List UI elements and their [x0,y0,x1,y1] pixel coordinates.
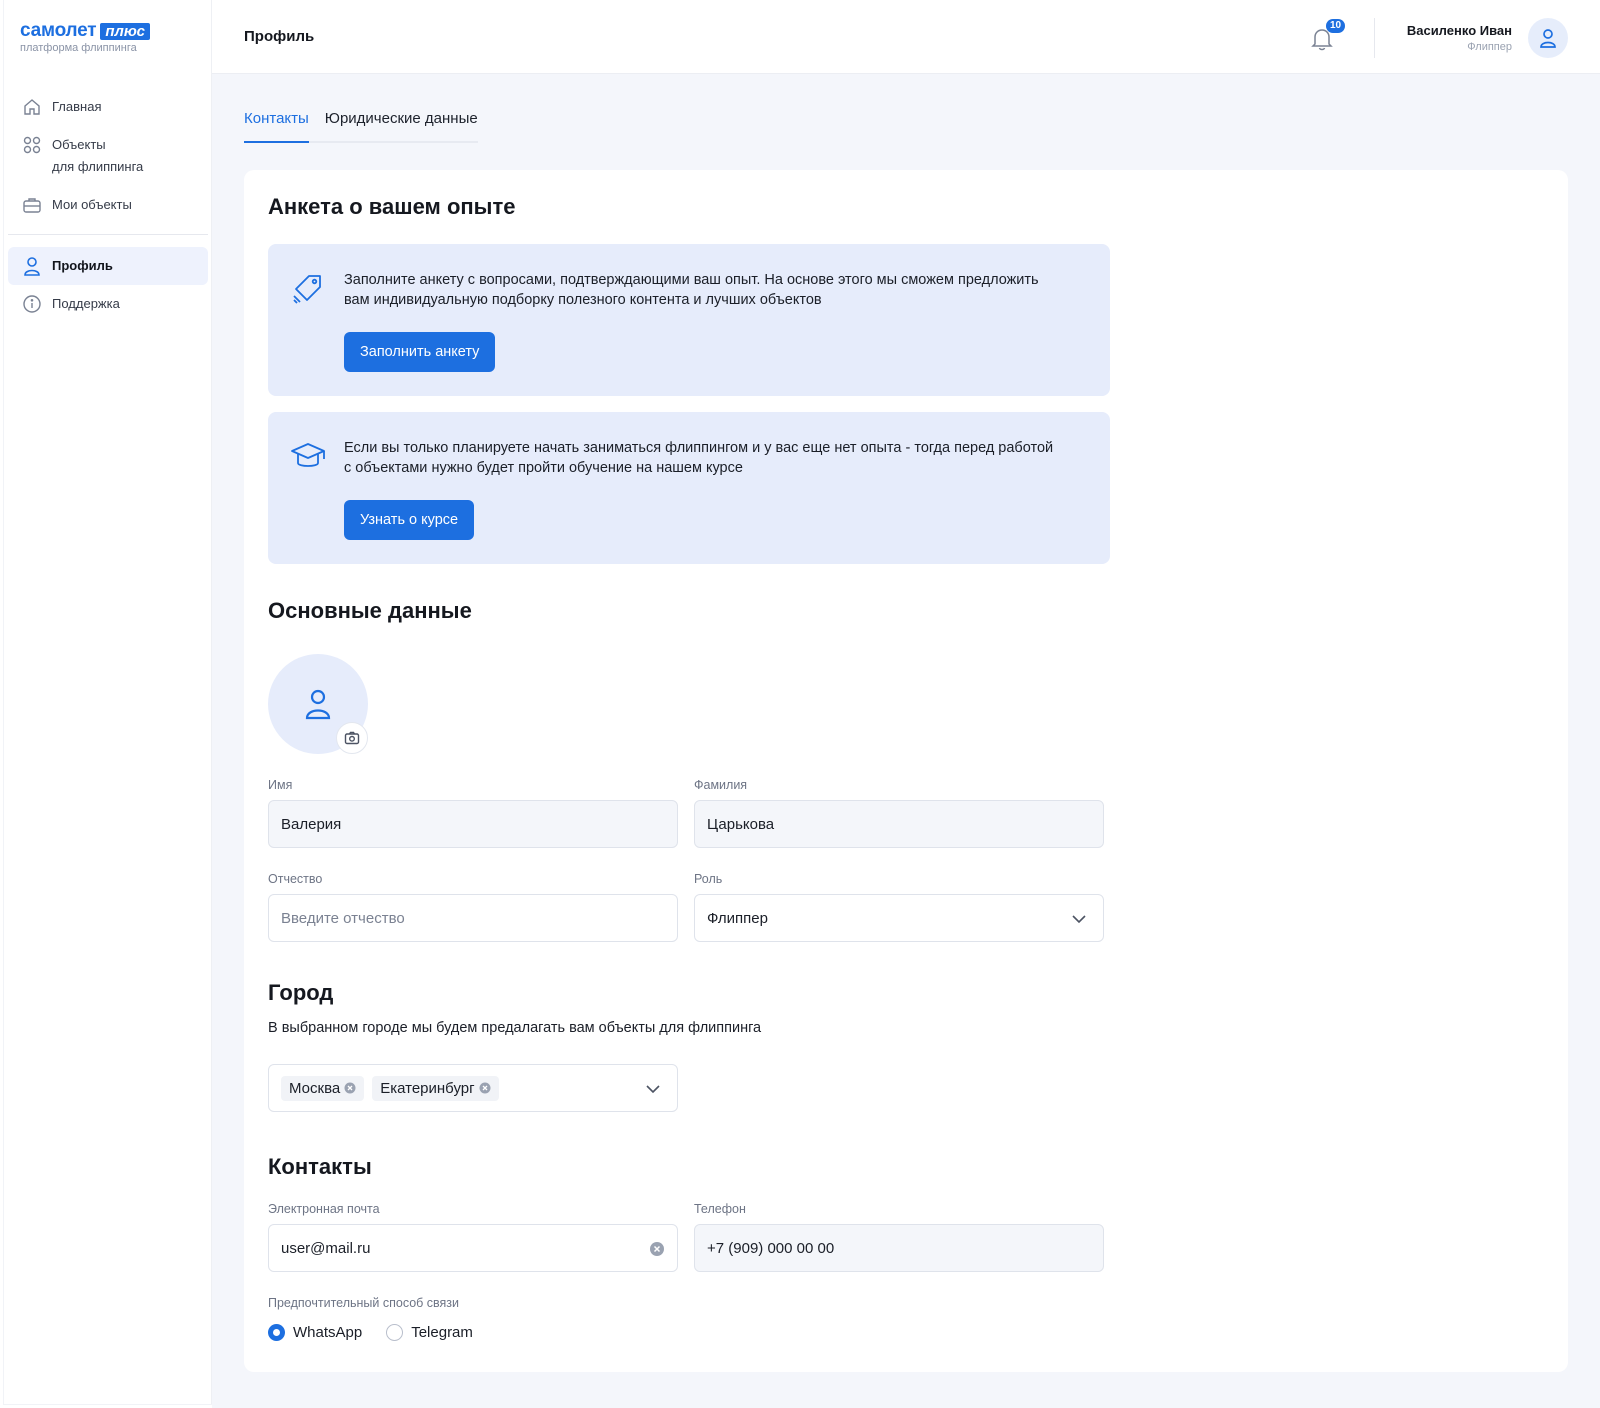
clear-input-icon[interactable] [649,1241,665,1257]
first-name-value: Валерия [281,815,342,833]
first-name-field[interactable]: Валерия [268,800,678,848]
first-name-label: Имя [268,778,293,792]
remove-chip-icon[interactable] [479,1082,491,1094]
city-chip-label: Екатеринбург [380,1079,475,1097]
sidebar-item-label: Мои объекты [52,197,132,212]
grid-icon [22,134,42,156]
city-description: В выбранном городе мы будем предалагать … [268,1020,762,1036]
user-icon [1540,29,1556,48]
briefcase-icon [22,194,42,216]
tab-legal-data[interactable]: Юридические данные [325,108,478,141]
radio-telegram[interactable]: Telegram [386,1324,473,1341]
top-header: Профиль 10 Василенко Иван Флиппер [212,0,1600,74]
brand-logo[interactable]: самолет плюс платформа флиппинга [20,20,150,54]
chevron-down-icon [646,1085,660,1094]
user-name: Василенко Иван [1406,23,1512,38]
header-divider [1374,18,1375,58]
last-name-label: Фамилия [694,778,748,792]
role-select[interactable]: Флиппер [694,894,1104,942]
contacts-section-title: Контакты [268,1154,372,1179]
survey-info-box: Заполните анкету с вопросами, подтвержда… [268,244,1110,396]
sidebar-item-label: Профиль [52,258,113,273]
sidebar-item-my-objects[interactable]: Мои объекты [8,186,208,224]
city-multiselect[interactable]: Москва Екатеринбург [268,1064,678,1112]
fill-survey-button[interactable]: Заполнить анкету [344,332,496,372]
user-icon [22,255,42,277]
last-name-field[interactable]: Царькова [694,800,1104,848]
sidebar-divider [8,234,208,235]
profile-card: Анкета о вашем опыте Заполните анкету с … [244,170,1568,1372]
course-info-text: Если вы только планируете начать занимат… [344,440,1054,476]
city-chip-label: Москва [289,1079,341,1097]
sidebar-item-home[interactable]: Главная [8,88,208,126]
tab-contacts[interactable]: Контакты [244,108,309,143]
info-icon [22,293,42,315]
brand-subtitle: платформа флиппинга [20,42,137,54]
user-role: Флиппер [1467,41,1512,53]
patronymic-placeholder: Введите отчество [281,909,405,927]
page-title: Профиль [244,28,315,45]
role-value: Флиппер [707,909,768,927]
course-info-box: Если вы только планируете начать занимат… [268,412,1110,564]
profile-tabs: Контакты Юридические данные [244,108,478,143]
user-icon [305,689,331,720]
sidebar-item-profile[interactable]: Профиль [8,247,208,285]
city-chip: Москва [281,1075,365,1101]
basic-data-section-title: Основные данные [268,598,472,623]
tag-icon [290,270,326,306]
sidebar-item-label-line2: для флиппинга [52,159,144,174]
radio-selected-indicator[interactable] [268,1324,285,1341]
phone-value: +7 (909) 000 00 00 [707,1239,835,1257]
upload-photo-button[interactable] [336,722,368,754]
survey-info-text: Заполните анкету с вопросами, подтвержда… [344,272,1039,308]
sidebar-item-label: Объекты [52,137,106,152]
remove-chip-icon[interactable] [344,1082,356,1094]
sidebar-item-label: Главная [52,99,102,114]
radio-label: WhatsApp [293,1324,363,1341]
last-name-value: Царькова [707,815,775,833]
user-avatar[interactable] [1528,18,1568,58]
city-section-title: Город [268,980,334,1005]
radio-label: Telegram [411,1324,473,1341]
email-value: user@mail.ru [281,1239,371,1257]
preferred-contact-radio-group: WhatsApp Telegram [268,1324,473,1341]
learn-course-button[interactable]: Узнать о курсе [344,500,475,540]
phone-label: Телефон [694,1202,746,1216]
city-chip: Екатеринбург [372,1075,499,1101]
notification-count-badge: 10 [1326,19,1346,33]
email-label: Электронная почта [268,1202,380,1216]
brand-name: самолет [20,20,97,41]
radio-whatsapp[interactable]: WhatsApp [268,1324,362,1341]
chevron-down-icon [1072,915,1086,924]
preferred-contact-label: Предпочтительный способ связи [268,1296,460,1310]
radio-indicator[interactable] [386,1324,404,1341]
camera-icon [344,731,360,745]
home-icon [22,96,42,118]
sidebar: самолет плюс платформа флиппинга Главная… [4,0,212,1404]
survey-section-title: Анкета о вашем опыте [268,194,516,219]
phone-field[interactable]: +7 (909) 000 00 00 [694,1224,1104,1272]
graduation-cap-icon [290,438,326,474]
sidebar-item-label: Поддержка [52,296,120,311]
sidebar-item-support[interactable]: Поддержка [8,285,208,323]
patronymic-label: Отчество [268,872,323,886]
role-label: Роль [694,872,723,886]
email-field[interactable]: user@mail.ru [268,1224,678,1272]
sidebar-nav: Главная Объекты для флиппинга Мои объект… [8,88,208,323]
sidebar-item-flipping-objects[interactable]: Объекты для флиппинга [8,126,208,186]
brand-badge: плюс [100,22,150,40]
patronymic-field[interactable]: Введите отчество [268,894,678,942]
